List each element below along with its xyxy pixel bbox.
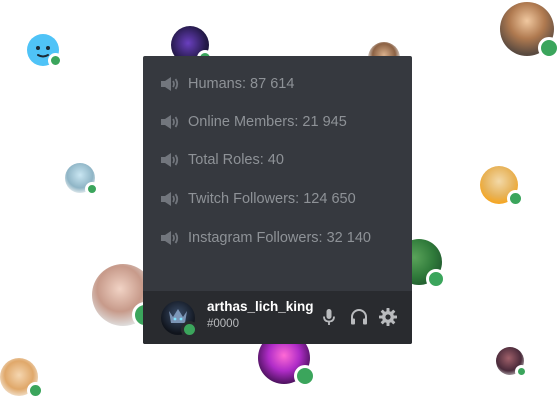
speaker-icon <box>161 77 179 91</box>
online-status-indicator <box>515 365 528 378</box>
member-avatar-hamster <box>0 358 44 399</box>
online-status-indicator <box>27 382 44 399</box>
speaker-icon <box>161 192 179 206</box>
deafen-button[interactable] <box>347 305 371 329</box>
channel-humans[interactable]: Humans: 87 614 <box>160 72 294 96</box>
user-tag: #0000 <box>207 318 239 330</box>
member-avatar-dark <box>496 347 528 378</box>
microphone-icon <box>323 309 335 325</box>
speaker-icon <box>161 115 179 129</box>
channel-instagram-followers[interactable]: Instagram Followers: 32 140 <box>160 226 371 250</box>
online-status-indicator <box>48 53 63 68</box>
online-status-indicator <box>538 37 560 59</box>
member-avatar-laptop <box>500 2 560 59</box>
user-panel: arthas_lich_king #0000 <box>143 291 412 344</box>
online-status-indicator <box>426 269 446 289</box>
gear-icon <box>379 308 397 326</box>
online-status-indicator <box>507 190 524 207</box>
member-avatar-emoji <box>27 34 63 68</box>
speaker-icon <box>161 231 179 245</box>
online-status-indicator <box>85 182 99 196</box>
member-avatar-morty <box>480 166 524 207</box>
username: arthas_lich_king <box>207 299 314 314</box>
channel-online-members[interactable]: Online Members: 21 945 <box>160 110 347 134</box>
online-status-indicator <box>294 365 316 387</box>
channel-label: Humans: 87 614 <box>188 76 295 92</box>
channel-label: Online Members: 21 945 <box>188 114 347 130</box>
member-avatar-rick <box>65 163 99 196</box>
channel-total-roles[interactable]: Total Roles: 40 <box>160 148 284 172</box>
user-settings-button[interactable] <box>376 305 400 329</box>
mute-button[interactable] <box>317 305 341 329</box>
channel-label: Instagram Followers: 32 140 <box>188 230 371 246</box>
server-stats-panel: Humans: 87 614 Online Members: 21 945 To… <box>143 56 412 344</box>
avatar[interactable] <box>161 301 198 338</box>
channel-label: Total Roles: 40 <box>188 152 284 168</box>
speaker-icon <box>161 153 179 167</box>
headphones-icon <box>351 309 367 325</box>
channel-twitch-followers[interactable]: Twitch Followers: 124 650 <box>160 187 356 211</box>
online-status-indicator <box>181 321 198 338</box>
channel-label: Twitch Followers: 124 650 <box>188 191 356 207</box>
